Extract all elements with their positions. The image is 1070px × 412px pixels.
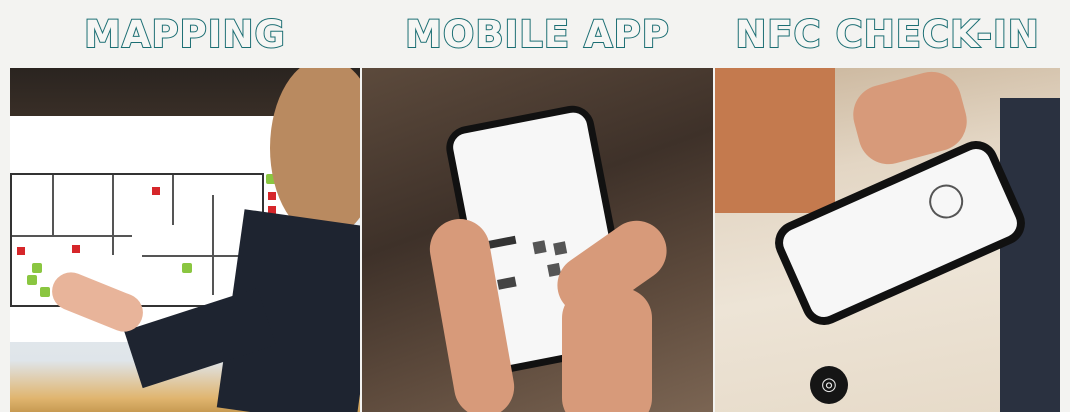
mobile-app-title: MOBILE APP xyxy=(404,12,670,57)
nfc-tag-icon: ◎ xyxy=(810,366,848,404)
mobile-app-photo xyxy=(362,68,713,412)
floorplan xyxy=(10,173,264,307)
nfc-title-bar: NFC CHECK-IN xyxy=(715,0,1060,68)
mobile-app-title-bar: MOBILE APP xyxy=(362,0,713,68)
nfc-checkin-panel: NFC CHECK-IN ◎ xyxy=(715,0,1060,412)
mapping-panel: MAPPING xyxy=(10,0,360,412)
mobile-app-panel: MOBILE APP xyxy=(362,0,713,412)
hand-right xyxy=(562,288,652,412)
nfc-photo: ◎ xyxy=(715,68,1060,412)
nfc-title: NFC CHECK-IN xyxy=(734,12,1040,57)
mapping-photo xyxy=(10,68,360,412)
mapping-title: MAPPING xyxy=(83,12,286,57)
mapping-title-bar: MAPPING xyxy=(10,0,360,68)
